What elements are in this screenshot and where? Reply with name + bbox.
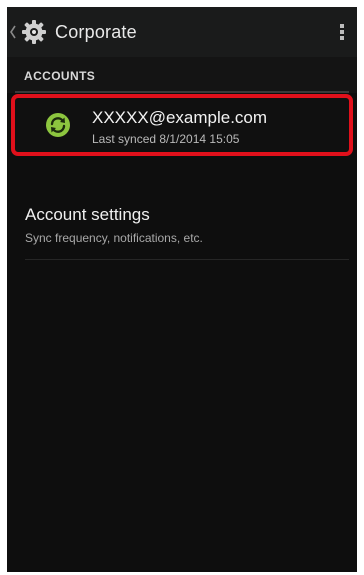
last-synced-text: Last synced 8/1/2014 15:05 bbox=[92, 132, 240, 146]
divider bbox=[25, 259, 349, 260]
account-settings-subtitle: Sync frequency, notifications, etc. bbox=[25, 231, 203, 245]
account-item[interactable]: XXXXX@example.com Last synced 8/1/2014 1… bbox=[11, 94, 353, 156]
gear-icon[interactable] bbox=[21, 19, 47, 45]
page-title: Corporate bbox=[55, 22, 137, 42]
action-bar: Corporate bbox=[7, 7, 357, 57]
account-email: XXXXX@example.com bbox=[92, 108, 268, 127]
sync-icon bbox=[46, 113, 70, 137]
accounts-section-header: ACCOUNTS bbox=[7, 57, 357, 93]
chevron-left-icon[interactable] bbox=[9, 25, 17, 39]
account-settings-item[interactable]: Account settings Sync frequency, notific… bbox=[7, 197, 357, 260]
divider bbox=[15, 91, 349, 93]
section-header-label: ACCOUNTS bbox=[24, 69, 96, 83]
account-settings-title: Account settings bbox=[25, 205, 150, 224]
screen: Corporate ACCOUNTS XXXXX@example.com Las… bbox=[7, 7, 357, 572]
overflow-menu-icon[interactable] bbox=[339, 24, 345, 42]
